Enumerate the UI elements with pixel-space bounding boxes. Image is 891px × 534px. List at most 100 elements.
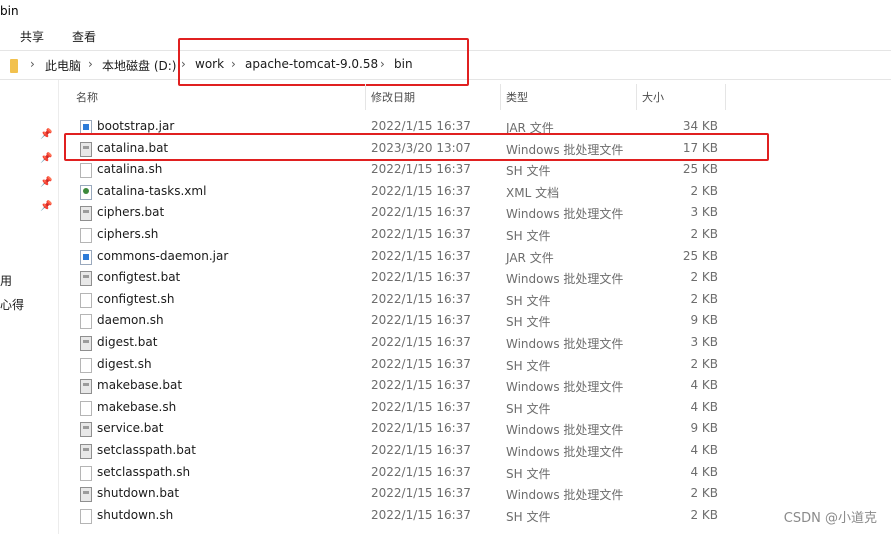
file-name[interactable]: digest.bat	[97, 335, 157, 349]
file-date: 2022/1/15 16:37	[371, 205, 471, 220]
column-header-name[interactable]: 名称	[76, 89, 98, 105]
nav-item-label[interactable]: 用	[0, 272, 12, 289]
file-size: 2 KB	[690, 507, 718, 522]
file-date: 2022/1/15 16:37	[371, 270, 471, 285]
file-date: 2022/1/15 16:37	[371, 378, 471, 393]
column-header-date[interactable]: 修改日期	[371, 89, 415, 105]
file-date: 2022/1/15 16:37	[371, 227, 471, 241]
tab-share[interactable]: 共享	[20, 28, 44, 45]
table-row[interactable]: catalina.sh 2022/1/15 16:37 SH 文件 25 KB	[70, 160, 730, 181]
crumb-local-disk[interactable]: 本地磁盘 (D:)	[102, 57, 176, 74]
file-size: 9 KB	[690, 313, 718, 328]
bat-file-icon	[80, 444, 92, 459]
table-row[interactable]: daemon.sh 2022/1/15 16:37 SH 文件 9 KB	[70, 311, 730, 332]
file-size: 3 KB	[690, 205, 718, 220]
file-name[interactable]: ciphers.bat	[97, 205, 164, 219]
pin-icon[interactable]: 📌	[40, 153, 52, 164]
file-name[interactable]: configtest.bat	[97, 270, 180, 284]
crumb-this-pc[interactable]: 此电脑	[45, 57, 81, 74]
address-highlight-box	[178, 38, 469, 86]
file-name[interactable]: makebase.bat	[97, 378, 182, 392]
file-size: 2 KB	[690, 486, 718, 501]
bat-file-icon	[80, 271, 92, 287]
file-type: SH 文件	[506, 293, 551, 308]
file-size: 9 KB	[690, 421, 718, 436]
window-title: bin	[0, 4, 19, 18]
file-name[interactable]: bootstrap.jar	[97, 119, 174, 133]
file-name[interactable]: ciphers.sh	[97, 227, 158, 241]
column-divider[interactable]	[725, 84, 726, 110]
bat-file-icon	[80, 487, 92, 503]
file-name[interactable]: service.bat	[97, 421, 163, 435]
table-row[interactable]: makebase.sh 2022/1/15 16:37 SH 文件 4 KB	[70, 398, 730, 419]
file-date: 2022/1/15 16:37	[371, 183, 471, 198]
file-date: 2022/1/15 16:37	[371, 464, 471, 479]
column-header-type[interactable]: 类型	[506, 89, 528, 105]
pin-icon[interactable]: 📌	[40, 201, 52, 212]
table-row[interactable]: commons-daemon.jar 2022/1/15 16:37 JAR 文件 2…	[70, 247, 730, 268]
table-row[interactable]: setclasspath.sh 2022/1/15 16:37 SH 文件 4 KB	[70, 463, 730, 484]
file-type: SH 文件	[506, 164, 551, 179]
file-name[interactable]: daemon.sh	[97, 313, 164, 327]
file-type: Windows 批处理文件	[506, 445, 624, 459]
chevron-right-icon: ›	[88, 57, 93, 71]
file-type: SH 文件	[506, 229, 551, 243]
sh-file-icon	[80, 292, 92, 308]
sh-file-icon	[80, 357, 92, 373]
column-divider[interactable]	[500, 84, 501, 110]
file-name[interactable]: setclasspath.sh	[97, 465, 190, 479]
file-size: 2 KB	[690, 227, 718, 241]
nav-item-label[interactable]: 心得	[0, 296, 24, 313]
file-size: 25 KB	[682, 162, 718, 177]
file-name[interactable]: digest.sh	[97, 357, 152, 371]
table-row[interactable]: makebase.bat 2022/1/15 16:37 Windows 批处理文件…	[70, 376, 730, 397]
file-date: 2022/1/15 16:37	[371, 443, 471, 457]
sh-file-icon	[80, 314, 92, 330]
file-name[interactable]: makebase.sh	[97, 400, 176, 414]
folder-icon	[10, 59, 18, 73]
file-name[interactable]: catalina-tasks.xml	[97, 184, 206, 198]
table-row[interactable]: digest.bat 2022/1/15 16:37 Windows 批处理文件 3 …	[70, 333, 730, 354]
file-name[interactable]: commons-daemon.jar	[97, 249, 228, 263]
file-type: Windows 批处理文件	[506, 380, 624, 395]
jar-file-icon	[80, 249, 92, 265]
table-row[interactable]: digest.sh 2022/1/15 16:37 SH 文件 2 KB	[70, 355, 730, 376]
file-name[interactable]: shutdown.bat	[97, 486, 179, 500]
file-name[interactable]: catalina.sh	[97, 162, 162, 176]
file-size: 4 KB	[690, 399, 718, 414]
table-row[interactable]: configtest.bat 2022/1/15 16:37 Windows 批处理…	[70, 268, 730, 289]
table-row[interactable]: shutdown.bat 2022/1/15 16:37 Windows 批处理文件…	[70, 484, 730, 505]
file-type: XML 文档	[506, 185, 560, 200]
file-date: 2022/1/15 16:37	[371, 119, 471, 133]
table-row[interactable]: setclasspath.bat 2022/1/15 16:37 Windows 批…	[70, 441, 730, 462]
table-row[interactable]: shutdown.sh 2022/1/15 16:37 SH 文件 2 KB	[70, 506, 730, 527]
row-highlight-box	[64, 133, 769, 161]
pin-icon[interactable]: 📌	[40, 177, 52, 188]
file-date: 2022/1/15 16:37	[371, 162, 471, 177]
column-divider[interactable]	[636, 84, 637, 110]
table-row[interactable]: ciphers.bat 2022/1/15 16:37 Windows 批处理文件 3…	[70, 203, 730, 224]
column-divider[interactable]	[365, 84, 366, 110]
file-type: Windows 批处理文件	[506, 272, 624, 287]
file-type: SH 文件	[506, 401, 551, 416]
table-row[interactable]: service.bat 2022/1/15 16:37 Windows 批处理文件 9…	[70, 419, 730, 440]
file-name[interactable]: configtest.sh	[97, 292, 174, 306]
pin-icon[interactable]: 📌	[40, 129, 52, 140]
tab-view[interactable]: 查看	[72, 28, 96, 45]
file-date: 2022/1/15 16:37	[371, 507, 471, 522]
file-name[interactable]: shutdown.sh	[97, 508, 173, 522]
file-type: Windows 批处理文件	[506, 488, 624, 503]
table-row[interactable]: configtest.sh 2022/1/15 16:37 SH 文件 2 KB	[70, 290, 730, 311]
file-size: 4 KB	[690, 464, 718, 479]
table-row[interactable]: ciphers.sh 2022/1/15 16:37 SH 文件 2 KB	[70, 225, 730, 246]
file-date: 2022/1/15 16:37	[371, 421, 471, 436]
table-row[interactable]: catalina-tasks.xml 2022/1/15 16:37 XML 文档 2…	[70, 182, 730, 203]
file-size: 4 KB	[690, 378, 718, 393]
xml-file-icon	[80, 184, 92, 200]
bat-file-icon	[80, 379, 92, 395]
column-header-size[interactable]: 大小	[642, 89, 664, 105]
file-name[interactable]: setclasspath.bat	[97, 443, 196, 457]
file-size: 3 KB	[690, 335, 718, 349]
file-date: 2022/1/15 16:37	[371, 486, 471, 501]
sh-file-icon	[80, 400, 92, 416]
